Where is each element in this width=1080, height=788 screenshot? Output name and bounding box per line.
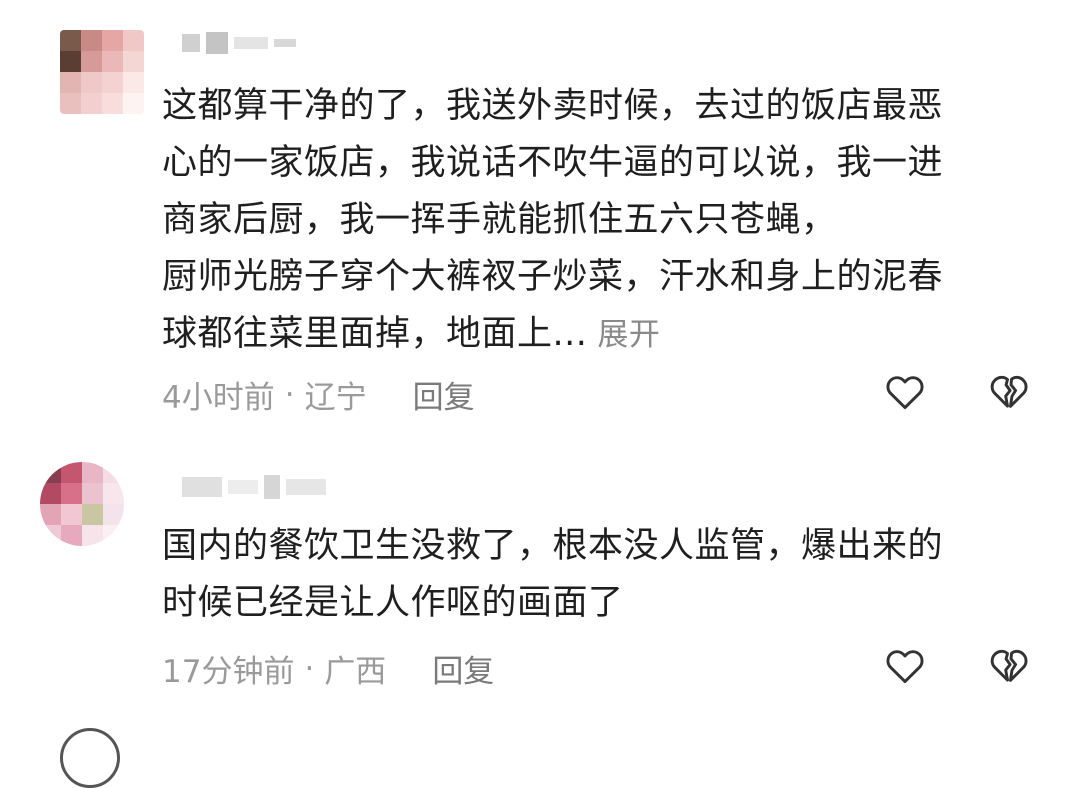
comment-line: 心的一家饭店，我说话不吹牛逼的可以说，我一进 bbox=[162, 143, 944, 183]
comment-text: 国内的餐饮卫生没救了，根本没人监管，爆出来的 时候已经是让人作呕的画面了 bbox=[162, 518, 1042, 632]
reply-button[interactable]: 回复 bbox=[432, 646, 494, 691]
username-redacted[interactable] bbox=[182, 30, 296, 56]
comment-meta: 4小时前 · 辽宁 回复 bbox=[162, 372, 475, 417]
avatar[interactable] bbox=[40, 462, 124, 546]
comment-text: 这都算干净的了，我送外卖时候，去过的饭店最恶 心的一家饭店，我说话不吹牛逼的可以… bbox=[162, 78, 1042, 364]
comment-line: 时候已经是让人作呕的画面了 bbox=[162, 583, 624, 623]
dislike-button[interactable] bbox=[985, 368, 1033, 416]
heart-outline-icon bbox=[886, 376, 924, 410]
expand-link[interactable]: 展开 bbox=[597, 317, 660, 353]
comment-meta: 17分钟前 · 广西 回复 bbox=[162, 646, 494, 691]
separator-dot: · bbox=[304, 650, 315, 687]
comment-line: 球都往菜里面掉，地面上... bbox=[162, 314, 588, 354]
comment-line: 国内的餐饮卫生没救了，根本没人监管，爆出来的 bbox=[162, 526, 944, 566]
comment-line-last: 球都往菜里面掉，地面上... 展开 bbox=[162, 306, 1042, 364]
timestamp: 17分钟前 bbox=[162, 654, 295, 690]
comment-line: 厨师光膀子穿个大裤衩子炒菜，汗水和身上的泥春 bbox=[162, 257, 944, 297]
location: 广西 bbox=[324, 654, 387, 690]
comment-line: 商家后厨，我一挥手就能抓住五六只苍蝇， bbox=[162, 200, 837, 240]
heart-outline-icon bbox=[886, 650, 924, 684]
avatar[interactable] bbox=[60, 30, 144, 114]
separator-dot: · bbox=[284, 376, 295, 413]
like-button[interactable] bbox=[881, 642, 929, 690]
timestamp: 4小时前 bbox=[162, 380, 275, 416]
dislike-button[interactable] bbox=[985, 642, 1033, 690]
username-redacted[interactable] bbox=[182, 474, 326, 500]
broken-heart-icon bbox=[990, 375, 1028, 408]
reply-button[interactable]: 回复 bbox=[413, 372, 475, 417]
avatar-partial[interactable] bbox=[60, 728, 120, 788]
location: 辽宁 bbox=[304, 380, 367, 416]
broken-heart-icon bbox=[990, 649, 1028, 682]
like-button[interactable] bbox=[881, 368, 929, 416]
comment-line: 这都算干净的了，我送外卖时候，去过的饭店最恶 bbox=[162, 86, 944, 126]
